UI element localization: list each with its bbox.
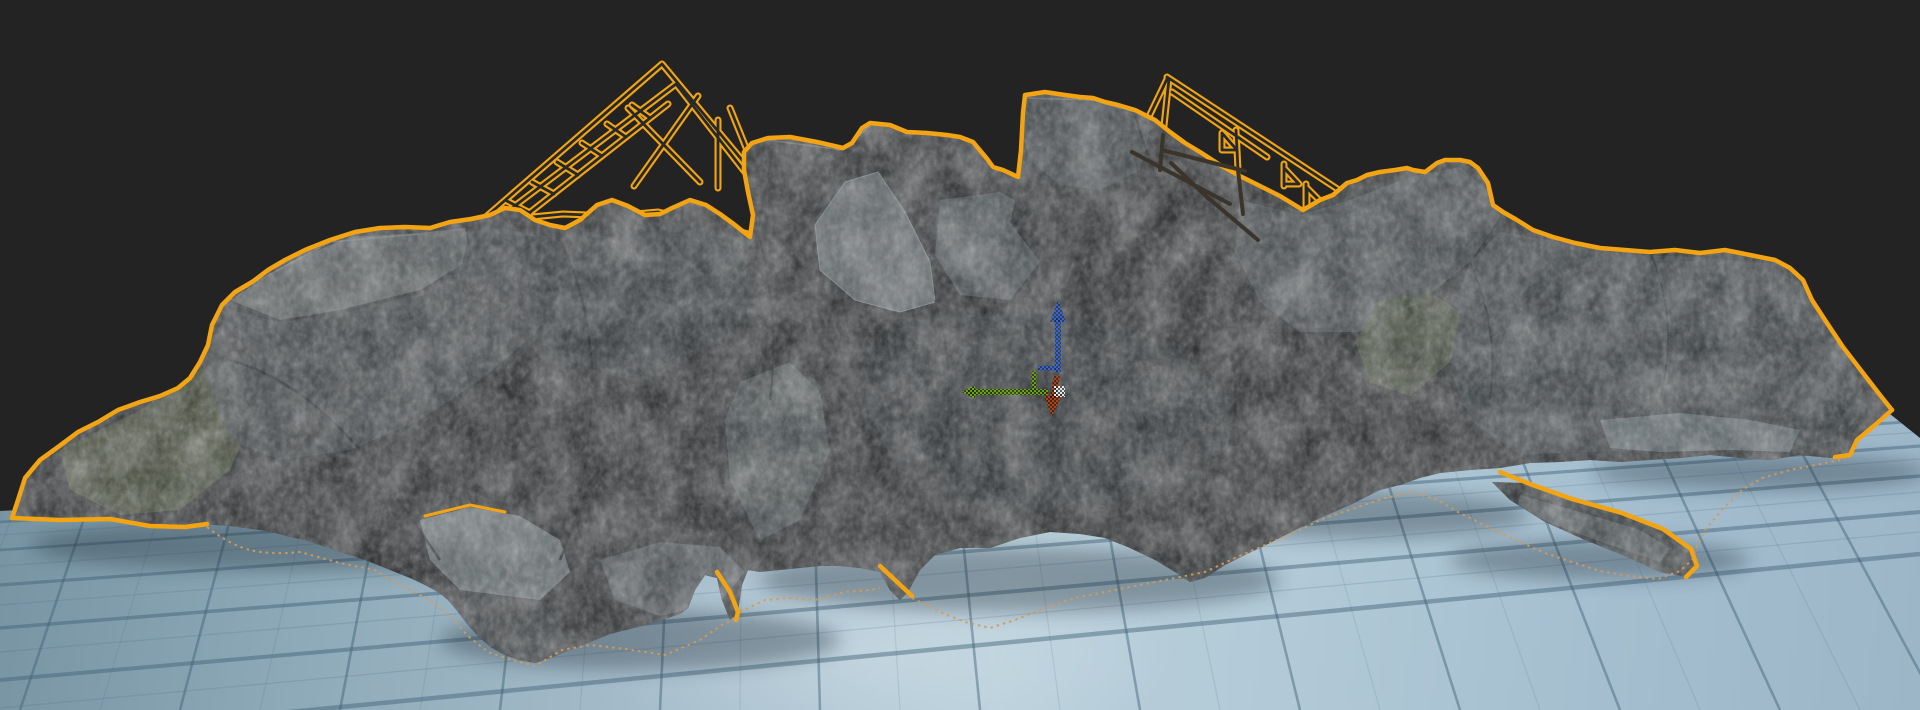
scene-overlay <box>0 0 1920 710</box>
gizmo-center-handle[interactable] <box>1054 386 1065 397</box>
rock-texture-noise <box>0 60 1920 710</box>
viewport-canvas[interactable] <box>0 0 1920 710</box>
rock-cliff-mesh[interactable] <box>0 60 1920 710</box>
